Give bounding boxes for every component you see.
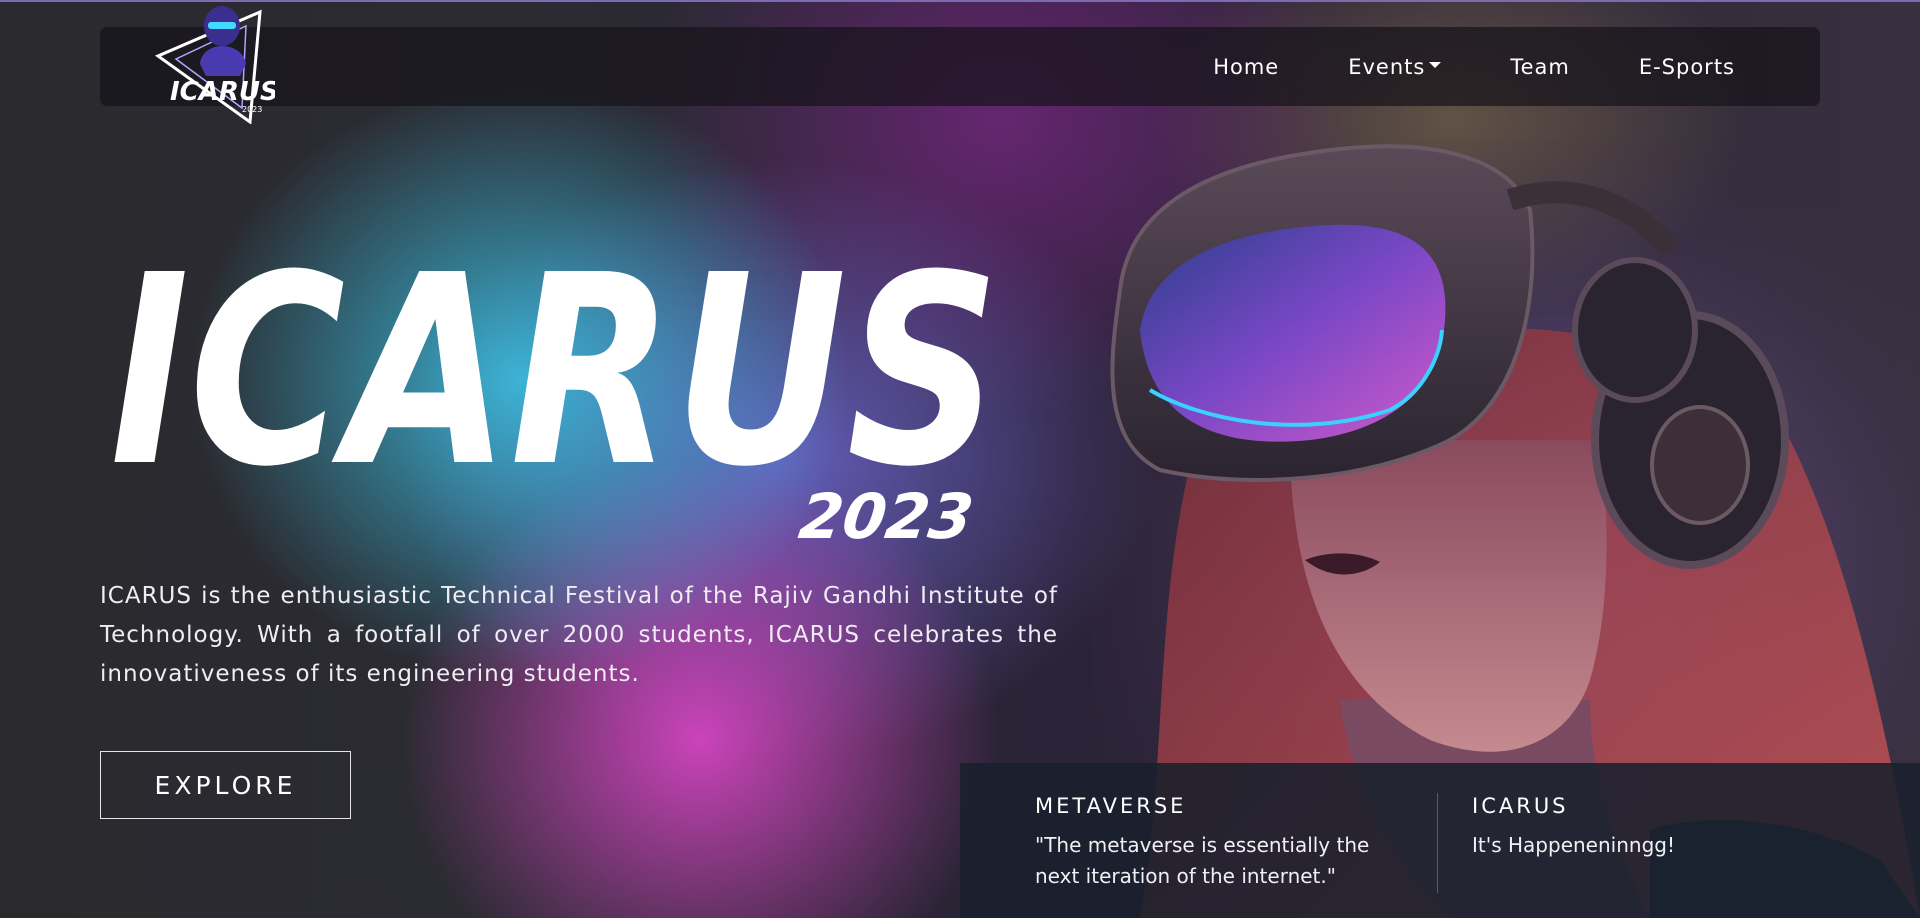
explore-button[interactable]: EXPLORE xyxy=(100,751,351,819)
logo-year: 2023 xyxy=(242,105,262,114)
info-title: ICARUS xyxy=(1472,794,1569,818)
info-item-icarus: ICARUS It's Happeneninngg! xyxy=(1472,794,1792,861)
nav-events-dropdown[interactable]: Events xyxy=(1348,54,1442,79)
nav-esports[interactable]: E-Sports xyxy=(1639,55,1735,79)
logo-text: ICARUS xyxy=(170,77,275,107)
nav-home-label: Home xyxy=(1213,54,1280,79)
top-navbar: Home Events Team E-Sports xyxy=(100,27,1820,106)
info-text: It's Happeneninngg! xyxy=(1472,833,1675,857)
top-accent-line xyxy=(0,0,1920,2)
nav-home[interactable]: Home xyxy=(1213,55,1279,79)
icarus-logo[interactable]: ICARUS 2023 xyxy=(150,4,275,124)
info-panel: METAVERSE "The metaverse is essentially … xyxy=(960,763,1920,918)
hero-year: 2023 xyxy=(794,480,978,553)
nav-events-label: Events xyxy=(1348,54,1426,79)
hero-page: Home Events Team E-Sports ICARUS 2023 IC… xyxy=(0,0,1920,918)
info-title: METAVERSE xyxy=(1035,794,1187,818)
hero-description: ICARUS is the enthusiastic Technical Fes… xyxy=(100,583,1058,687)
caret-down-icon xyxy=(1429,61,1442,68)
nav-esports-label: E-Sports xyxy=(1638,54,1735,79)
nav-links: Home Events Team E-Sports xyxy=(1213,27,1735,106)
nav-team-label: Team xyxy=(1510,54,1570,79)
info-text: "The metaverse is essentially the next i… xyxy=(1035,833,1370,888)
info-divider xyxy=(1437,793,1438,893)
info-item-metaverse: METAVERSE "The metaverse is essentially … xyxy=(1035,794,1405,892)
nav-team[interactable]: Team xyxy=(1510,55,1570,79)
